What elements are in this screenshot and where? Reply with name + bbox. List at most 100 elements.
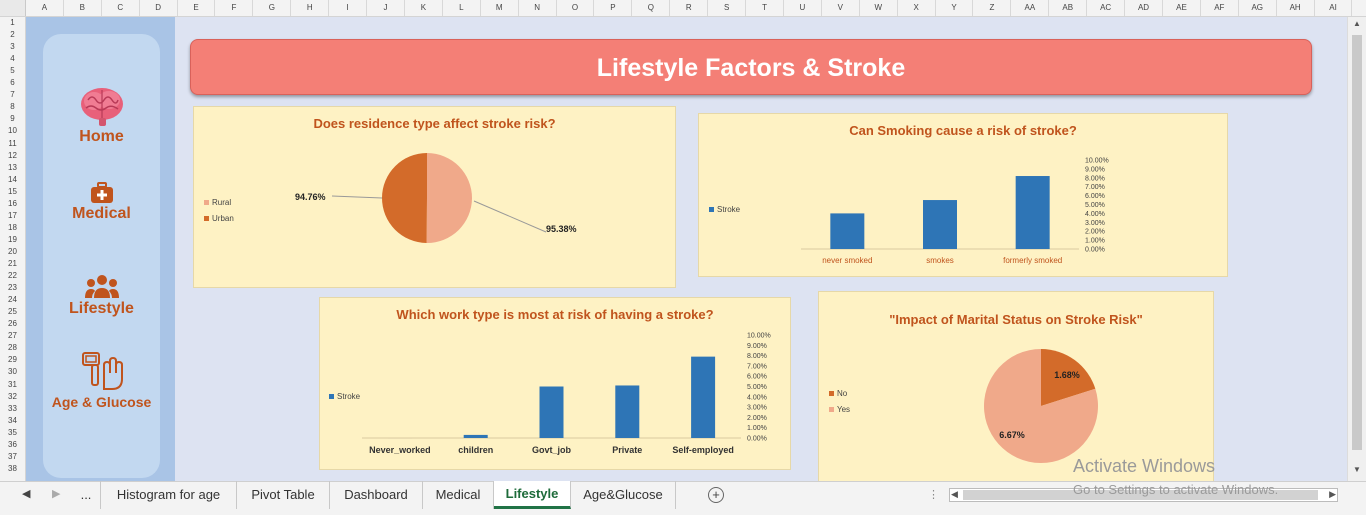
row-header-16[interactable]: 16 [0, 199, 25, 208]
column-header-p[interactable]: P [595, 0, 633, 16]
column-header-x[interactable]: X [898, 0, 936, 16]
hscroll-left-icon[interactable]: ◀ [951, 489, 958, 500]
row-header-33[interactable]: 33 [0, 404, 25, 413]
row-header-2[interactable]: 2 [0, 30, 25, 39]
row-header-18[interactable]: 18 [0, 223, 25, 232]
row-header-15[interactable]: 15 [0, 187, 25, 196]
row-header-32[interactable]: 32 [0, 392, 25, 401]
row-header-7[interactable]: 7 [0, 90, 25, 99]
hscroll-right-icon[interactable]: ▶ [1329, 489, 1336, 500]
nav-medical[interactable]: Medical [43, 182, 160, 223]
nav-age-glucose[interactable]: Age & Glucose [43, 349, 160, 410]
row-header-14[interactable]: 14 [0, 175, 25, 184]
column-header-d[interactable]: D [140, 0, 178, 16]
row-header-25[interactable]: 25 [0, 307, 25, 316]
column-header-u[interactable]: U [784, 0, 822, 16]
row-header-22[interactable]: 22 [0, 271, 25, 280]
column-header-o[interactable]: O [557, 0, 595, 16]
row-header-9[interactable]: 9 [0, 114, 25, 123]
column-header-r[interactable]: R [670, 0, 709, 16]
nav-lifestyle[interactable]: Lifestyle [43, 274, 160, 318]
tab-lifestyle[interactable]: Lifestyle [494, 481, 571, 509]
row-header-12[interactable]: 12 [0, 151, 25, 160]
row-header-27[interactable]: 27 [0, 331, 25, 340]
column-header-ah[interactable]: AH [1277, 0, 1315, 16]
splitter-handle-icon[interactable]: ⋮ [928, 488, 939, 501]
worktype-chart-panel[interactable]: Which work type is most at risk of havin… [319, 297, 791, 470]
row-header-5[interactable]: 5 [0, 66, 25, 75]
row-header-37[interactable]: 37 [0, 452, 25, 461]
column-header-ag[interactable]: AG [1239, 0, 1277, 16]
add-sheet-icon[interactable]: + [708, 487, 724, 503]
tab-histogram-for-age[interactable]: Histogram for age [101, 481, 237, 509]
column-header-l[interactable]: L [443, 0, 481, 16]
scroll-up-icon[interactable]: ▲ [1351, 19, 1363, 31]
row-header-13[interactable]: 13 [0, 163, 25, 172]
column-header-v[interactable]: V [822, 0, 860, 16]
column-header-z[interactable]: Z [974, 0, 1012, 16]
column-header-m[interactable]: M [481, 0, 519, 16]
row-header-31[interactable]: 31 [0, 380, 25, 389]
tab-dashboard[interactable]: Dashboard [330, 481, 423, 509]
tab-scroll-right-icon[interactable]: ▶ [52, 487, 60, 500]
column-header-g[interactable]: G [253, 0, 292, 16]
vertical-scrollbar[interactable]: ▲ ▼ [1347, 17, 1366, 481]
column-header-h[interactable]: H [291, 0, 330, 16]
column-header-ac[interactable]: AC [1087, 0, 1126, 16]
column-header-ai[interactable]: AI [1315, 0, 1353, 16]
tab-pivot-table[interactable]: Pivot Table [237, 481, 330, 509]
nav-home-label: Home [79, 128, 124, 145]
tab-scroll-left-icon[interactable]: ◀ [22, 487, 30, 500]
column-header-af[interactable]: AF [1201, 0, 1239, 16]
row-header-21[interactable]: 21 [0, 259, 25, 268]
row-header-26[interactable]: 26 [0, 319, 25, 328]
row-header-23[interactable]: 23 [0, 283, 25, 292]
row-header-19[interactable]: 19 [0, 235, 25, 244]
column-header-y[interactable]: Y [936, 0, 974, 16]
column-header-s[interactable]: S [708, 0, 747, 16]
column-header-ad[interactable]: AD [1125, 0, 1163, 16]
row-header-29[interactable]: 29 [0, 355, 25, 364]
smoking-chart-panel[interactable]: Can Smoking cause a risk of stroke? neve… [698, 113, 1228, 277]
residence-chart-panel[interactable]: Does residence type affect stroke risk? … [193, 106, 676, 288]
column-header-j[interactable]: J [367, 0, 405, 16]
row-header-20[interactable]: 20 [0, 247, 25, 256]
column-header-ae[interactable]: AE [1163, 0, 1201, 16]
column-header-b[interactable]: B [64, 0, 102, 16]
column-header-t[interactable]: T [746, 0, 784, 16]
row-header-10[interactable]: 10 [0, 126, 25, 135]
column-header-c[interactable]: C [102, 0, 140, 16]
row-header-8[interactable]: 8 [0, 102, 25, 111]
row-header-24[interactable]: 24 [0, 295, 25, 304]
tab-medical[interactable]: Medical [423, 481, 494, 509]
column-header-w[interactable]: W [860, 0, 898, 16]
column-header-e[interactable]: E [178, 0, 216, 16]
column-header-a[interactable]: A [26, 0, 64, 16]
column-header-n[interactable]: N [519, 0, 557, 16]
row-header-34[interactable]: 34 [0, 416, 25, 425]
row-header-38[interactable]: 38 [0, 464, 25, 473]
row-header-28[interactable]: 28 [0, 343, 25, 352]
row-header-36[interactable]: 36 [0, 440, 25, 449]
row-header-6[interactable]: 6 [0, 78, 25, 87]
row-header-4[interactable]: 4 [0, 54, 25, 63]
nav-home[interactable]: Home [43, 84, 160, 146]
select-all-corner[interactable] [0, 0, 26, 16]
row-header-30[interactable]: 30 [0, 367, 25, 376]
column-header-aa[interactable]: AA [1011, 0, 1050, 16]
row-header-35[interactable]: 35 [0, 428, 25, 437]
marital-chart-panel[interactable]: "Impact of Marital Status on Stroke Risk… [818, 291, 1214, 481]
column-header-q[interactable]: Q [632, 0, 671, 16]
tab-age-glucose[interactable]: Age&Glucose [571, 481, 676, 509]
row-header-1[interactable]: 1 [0, 18, 25, 27]
row-header-17[interactable]: 17 [0, 211, 25, 220]
column-header-f[interactable]: F [216, 0, 254, 16]
column-header-ab[interactable]: AB [1049, 0, 1088, 16]
vertical-scroll-thumb[interactable] [1352, 35, 1362, 450]
column-header-i[interactable]: I [329, 0, 368, 16]
row-header-3[interactable]: 3 [0, 42, 25, 51]
tab-more[interactable]: ... [72, 481, 101, 509]
row-header-11[interactable]: 11 [0, 139, 25, 148]
scroll-down-icon[interactable]: ▼ [1351, 465, 1363, 477]
column-header-k[interactable]: K [405, 0, 443, 16]
